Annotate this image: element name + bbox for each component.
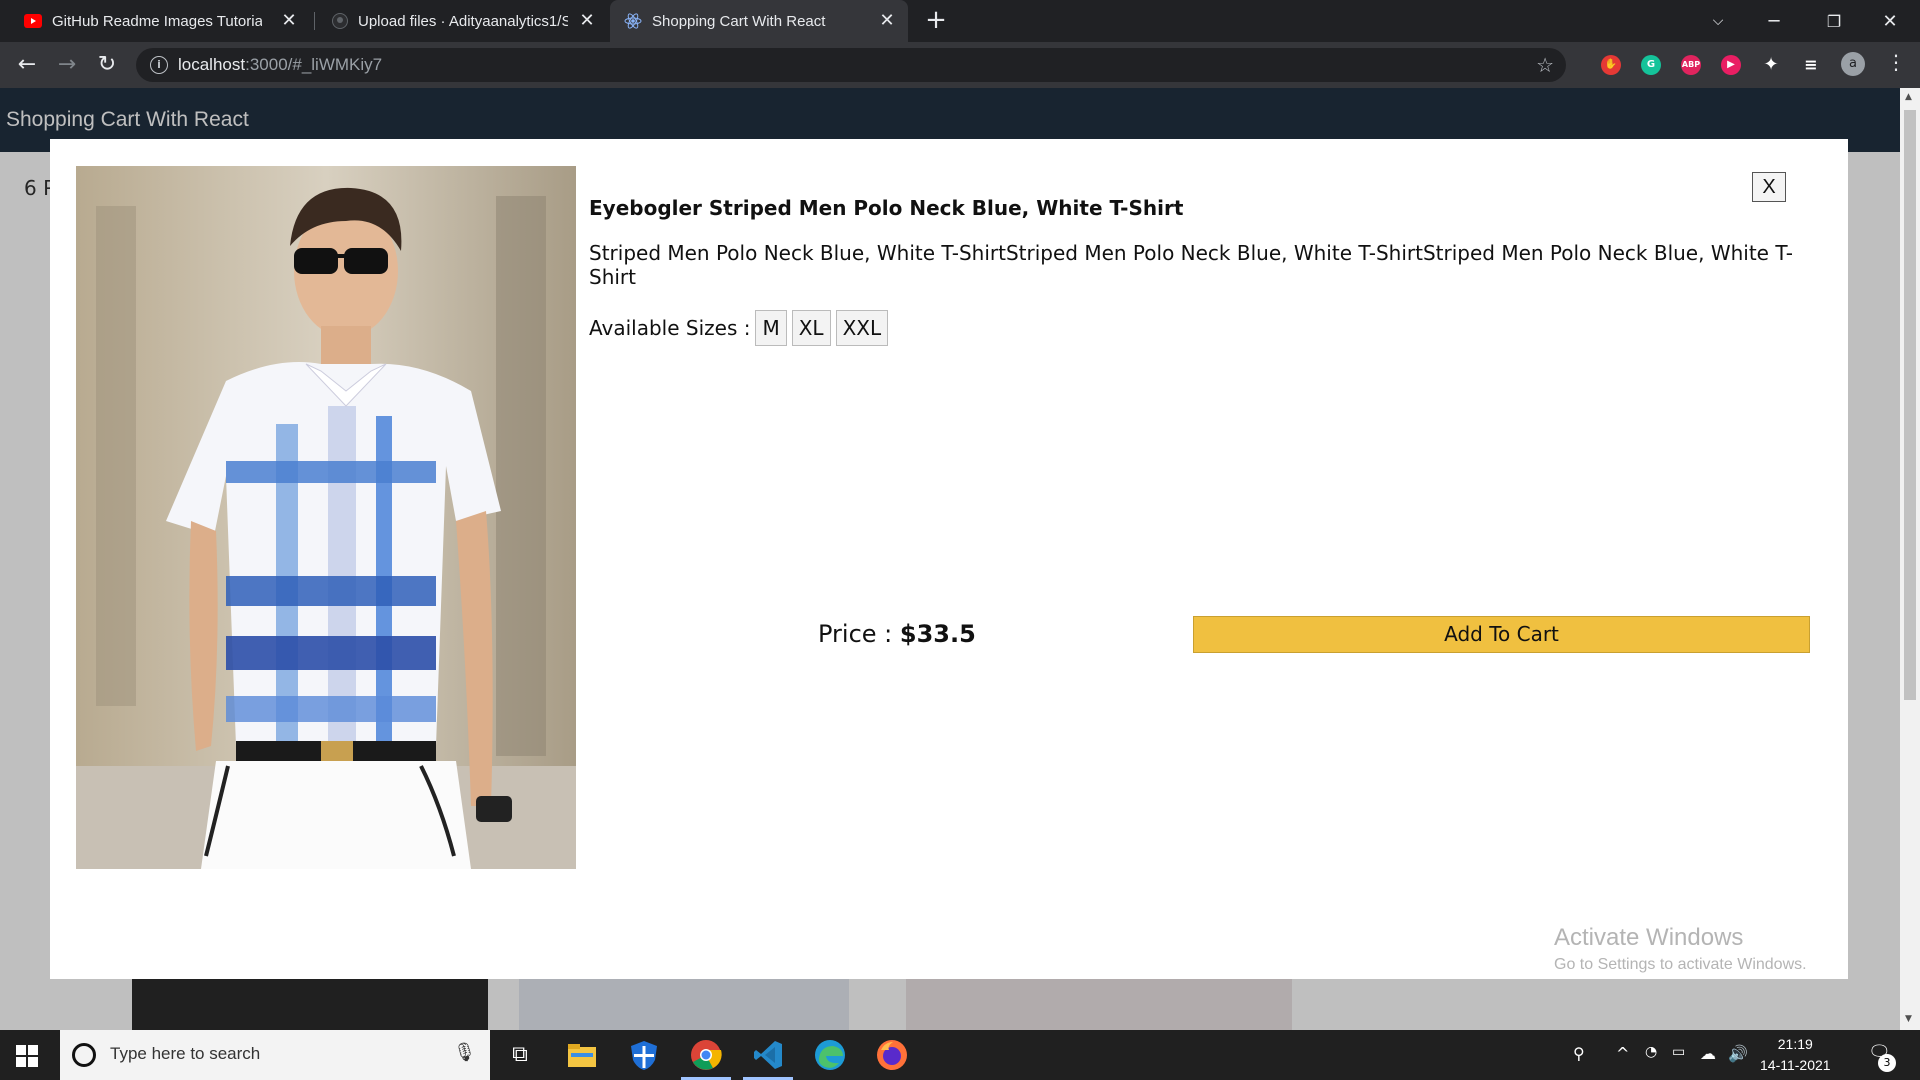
size-button-xl[interactable]: XL [791, 310, 831, 346]
site-info-icon[interactable]: i [150, 56, 168, 74]
price: Price : $33.5 [818, 620, 976, 648]
close-tab-icon[interactable]: ✕ [578, 11, 596, 29]
onedrive-cloud-icon[interactable]: ☁ [1700, 1044, 1716, 1063]
firefox-icon[interactable] [875, 1038, 909, 1072]
scroll-down-icon[interactable]: ▼ [1905, 1014, 1912, 1024]
github-icon [332, 13, 348, 29]
close-tab-icon[interactable]: ✕ [280, 11, 298, 29]
product-description: Striped Men Polo Neck Blue, White T-Shir… [589, 241, 1793, 289]
people-icon[interactable]: ⚲ [1573, 1044, 1585, 1063]
extension-red-icon[interactable]: ✋ [1601, 55, 1621, 75]
bookmark-star-icon[interactable]: ☆ [1536, 53, 1554, 77]
volume-icon[interactable]: 🔊 [1728, 1044, 1748, 1063]
microphone-icon[interactable]: 🎙 [453, 1042, 476, 1063]
browser-tab-strip: GitHub Readme Images Tutorial ( ✕ Upload… [0, 0, 1920, 42]
tab-search-icon[interactable]: ⌵ [1690, 0, 1746, 42]
window-close-icon[interactable]: ✕ [1862, 0, 1918, 42]
extensions-puzzle-icon[interactable]: ✦ [1761, 55, 1781, 75]
reload-icon[interactable]: ↻ [92, 50, 122, 80]
polo-shirt-model-image [76, 166, 576, 869]
profile-avatar[interactable]: a [1841, 52, 1865, 76]
tab-shopping-cart[interactable]: Shopping Cart With React ✕ [610, 0, 908, 42]
vscode-icon[interactable] [751, 1038, 785, 1072]
wifi-icon[interactable]: ◔ [1645, 1044, 1657, 1060]
price-value: $33.5 [899, 620, 976, 648]
activate-windows-watermark: Activate Windows Go to Settings to activ… [1554, 924, 1807, 974]
back-arrow-icon[interactable]: ← [12, 50, 42, 80]
search-placeholder: Type here to search [110, 1044, 261, 1063]
grammarly-icon[interactable]: G [1641, 55, 1661, 75]
battery-icon[interactable]: ▭ [1672, 1044, 1685, 1060]
screen-recorder-icon[interactable]: ▶ [1721, 55, 1741, 75]
size-button-m[interactable]: M [755, 310, 787, 346]
new-tab-button[interactable]: + [922, 7, 950, 35]
close-tab-icon[interactable]: ✕ [878, 11, 896, 29]
minimize-icon[interactable]: ─ [1746, 0, 1802, 42]
add-to-cart-button[interactable]: Add To Cart [1193, 616, 1810, 653]
taskbar-search-box[interactable]: Type here to search 🎙 [60, 1030, 490, 1080]
scroll-up-icon[interactable]: ▲ [1905, 92, 1912, 102]
watermark-subtitle: Go to Settings to activate Windows. [1554, 956, 1807, 973]
size-button-xxl[interactable]: XXL [835, 310, 889, 346]
url-text[interactable]: localhost:3000/#_liWMKiy7 [178, 55, 382, 75]
page-scrollbar[interactable]: ▲ ▼ [1900, 88, 1920, 1030]
edge-icon[interactable] [813, 1038, 847, 1072]
tab-github[interactable]: Upload files · Adityaanalytics1/Sh ✕ [318, 0, 608, 42]
price-label: Price : [818, 620, 893, 648]
file-explorer-icon[interactable] [565, 1038, 599, 1072]
react-icon [624, 13, 642, 29]
cortana-icon [72, 1043, 96, 1067]
available-sizes: Available Sizes : M XL XXL [589, 310, 889, 346]
modal-close-button[interactable]: X [1752, 172, 1786, 202]
watermark-title: Activate Windows [1554, 924, 1744, 951]
product-title: Eyebogler Striped Men Polo Neck Blue, Wh… [589, 196, 1184, 220]
tab-separator [314, 12, 315, 30]
youtube-icon [24, 14, 42, 28]
reading-list-icon[interactable]: ≡ [1801, 55, 1821, 75]
chrome-menu-icon[interactable]: ⋮ [1886, 50, 1906, 74]
windows-taskbar: Type here to search 🎙 ⧉ ⚲ ^ ◔ ▭ ☁ 🔊 21:1… [0, 1030, 1920, 1080]
tab-youtube[interactable]: GitHub Readme Images Tutorial ( ✕ [10, 0, 310, 42]
tab-title: GitHub Readme Images Tutorial ( [52, 12, 262, 30]
taskbar-clock[interactable]: 21:19 14-11-2021 [1760, 1034, 1831, 1076]
tab-title: Shopping Cart With React [652, 12, 826, 30]
forward-arrow-icon[interactable]: → [52, 50, 82, 80]
scrollbar-thumb[interactable] [1904, 110, 1916, 700]
clock-date: 14-11-2021 [1760, 1057, 1831, 1073]
notification-count-badge: 3 [1878, 1054, 1896, 1072]
browser-toolbar: ← → ↻ i localhost:3000/#_liWMKiy7 ☆ ✋ G … [0, 42, 1920, 88]
chrome-icon[interactable] [689, 1038, 723, 1072]
tab-title: Upload files · Adityaanalytics1/Sh [358, 12, 568, 30]
adblock-plus-icon[interactable]: ABP [1681, 55, 1701, 75]
url-host: localhost [178, 55, 246, 74]
sizes-label: Available Sizes : [589, 316, 751, 340]
url-path: :3000/#_liWMKiy7 [245, 55, 383, 74]
security-shield-icon[interactable] [627, 1038, 661, 1072]
product-image [76, 166, 576, 869]
restore-icon[interactable]: ❐ [1806, 0, 1862, 42]
clock-time: 21:19 [1777, 1036, 1813, 1052]
windows-start-icon[interactable] [16, 1045, 38, 1067]
task-view-icon[interactable]: ⧉ [503, 1038, 537, 1072]
show-hidden-icons-chevron[interactable]: ^ [1616, 1044, 1629, 1063]
address-bar[interactable]: i localhost:3000/#_liWMKiy7 ☆ [136, 48, 1566, 82]
